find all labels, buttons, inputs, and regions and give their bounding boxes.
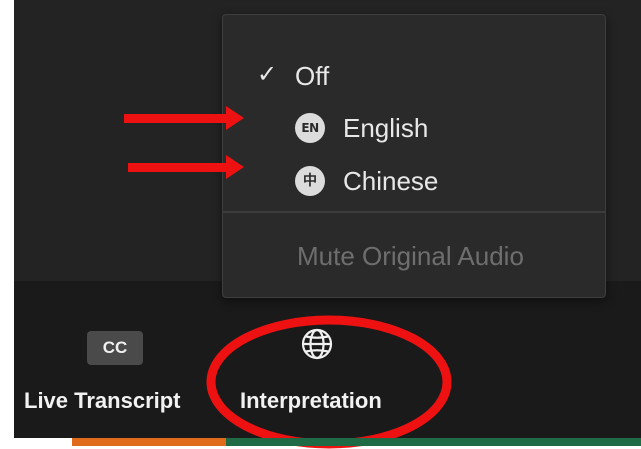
menu-item-label: Off bbox=[295, 61, 330, 91]
mute-original-audio-item[interactable]: Mute Original Audio bbox=[223, 231, 605, 281]
cc-icon[interactable]: CC bbox=[87, 331, 143, 365]
footer-green-band bbox=[226, 438, 641, 446]
menu-item-label: English bbox=[343, 113, 429, 143]
live-transcript-label[interactable]: Live Transcript bbox=[24, 388, 181, 414]
mute-original-audio-label: Mute Original Audio bbox=[297, 241, 524, 271]
menu-item-english[interactable]: EN English bbox=[223, 103, 605, 153]
interpretation-menu: ✓ Off EN English 中 Chinese Mute Original… bbox=[222, 14, 606, 298]
red-arrow-english bbox=[124, 106, 244, 130]
footer-orange-band bbox=[72, 438, 226, 446]
red-highlight-circle bbox=[206, 315, 452, 449]
english-language-icon: EN bbox=[295, 113, 325, 143]
menu-item-label: Chinese bbox=[343, 166, 439, 196]
checkmark-icon: ✓ bbox=[257, 60, 278, 88]
chinese-language-icon: 中 bbox=[295, 166, 325, 196]
menu-divider bbox=[223, 211, 605, 213]
menu-item-chinese[interactable]: 中 Chinese bbox=[223, 156, 605, 206]
red-arrow-chinese bbox=[128, 155, 244, 179]
menu-item-off[interactable]: ✓ Off bbox=[223, 51, 605, 101]
